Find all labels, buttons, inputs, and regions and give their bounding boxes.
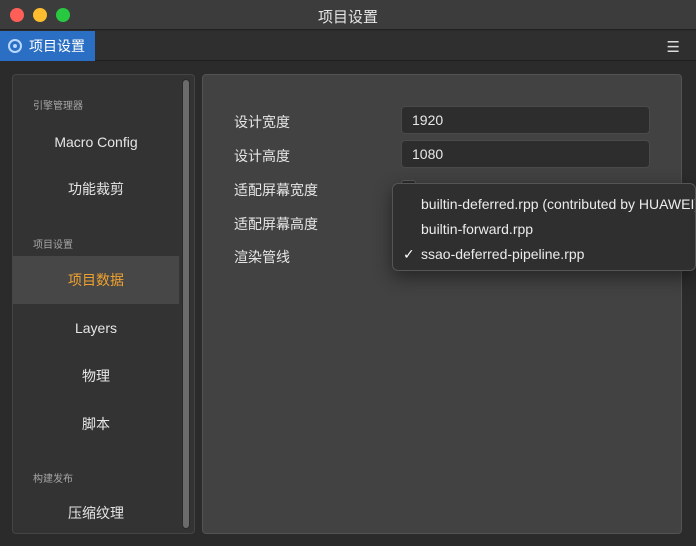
sidebar-item-scripts[interactable]: 脚本 (13, 400, 179, 448)
gear-icon (8, 39, 22, 53)
design-width-label: 设计宽度 (234, 114, 290, 130)
sidebar-item-project-data[interactable]: 项目数据 (13, 256, 179, 304)
section-title-build-publish: 构建发布 (33, 474, 73, 485)
sidebar-item-physics[interactable]: 物理 (13, 352, 179, 400)
section-title-project-settings: 项目设置 (33, 240, 73, 251)
title-bar: 项目设置 (0, 0, 696, 30)
sidebar: 引擎管理器 Macro Config 功能裁剪 项目设置 项目数据 Layers… (12, 74, 195, 534)
checkmark-icon: ✓ (403, 246, 415, 262)
option-label: ssao-deferred-pipeline.rpp (421, 246, 585, 262)
option-builtin-deferred[interactable]: builtin-deferred.rpp (contributed by HUA… (393, 192, 696, 216)
design-height-label: 设计高度 (234, 148, 290, 164)
option-label: builtin-forward.rpp (421, 221, 534, 237)
tab-bar: 项目设置 ☰ (0, 31, 696, 61)
sidebar-item-texture-compress[interactable]: 压缩纹理 (13, 489, 179, 533)
sidebar-item-layers[interactable]: Layers (13, 304, 179, 352)
option-label: builtin-deferred.rpp (contributed by HUA… (421, 196, 696, 212)
render-pipeline-dropdown: builtin-deferred.rpp (contributed by HUA… (392, 183, 696, 271)
menu-icon[interactable]: ☰ (667, 38, 680, 56)
design-width-input[interactable] (401, 106, 650, 134)
fit-width-label: 适配屏幕宽度 (234, 182, 318, 198)
option-ssao-deferred[interactable]: ✓ ssao-deferred-pipeline.rpp (393, 242, 695, 266)
window-title: 项目设置 (317, 9, 378, 26)
option-builtin-forward[interactable]: builtin-forward.rpp (393, 217, 695, 241)
sidebar-scrollbar[interactable] (182, 79, 190, 529)
fit-height-label: 适配屏幕高度 (234, 216, 318, 232)
scrollbar-thumb[interactable] (183, 80, 189, 528)
settings-panel: 设计宽度 设计高度 适配屏幕宽度 适配屏幕高度 渲染管线 (202, 74, 682, 534)
render-pipeline-label: 渲染管线 (234, 249, 290, 265)
section-title-engine-manager: 引擎管理器 (33, 101, 83, 112)
sidebar-item-feature-crop[interactable]: 功能裁剪 (13, 165, 179, 213)
tab-label: 项目设置 (29, 38, 85, 54)
sidebar-item-macro-config[interactable]: Macro Config (13, 118, 179, 166)
design-height-input[interactable] (401, 140, 650, 168)
tab-project-settings[interactable]: 项目设置 (0, 31, 95, 61)
